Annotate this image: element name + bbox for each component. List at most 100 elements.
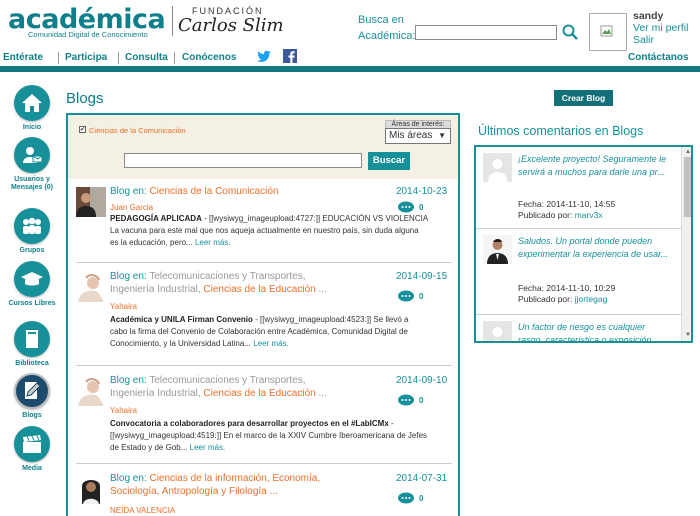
post-author[interactable]: Yahaira	[110, 302, 137, 311]
comment-author[interactable]: marv3x	[575, 210, 603, 220]
menu-cursos[interactable]: Cursos Libres	[0, 261, 64, 308]
nav-separator	[174, 52, 175, 64]
post-title[interactable]: Convocatoria a colaboradores para desarr…	[110, 419, 389, 428]
menu-biblioteca[interactable]: Biblioteca	[0, 321, 64, 368]
search-label: Busca en Académica:	[358, 12, 415, 44]
read-more-link[interactable]: Leer más.	[190, 443, 226, 452]
nav-participa[interactable]: Participa	[65, 52, 107, 63]
author-photo[interactable]	[76, 376, 106, 406]
menu-usuarios[interactable]: Usuarios y Mensajes (0)	[0, 137, 64, 192]
facebook-icon[interactable]	[283, 49, 297, 63]
post-author[interactable]: Yahaira	[110, 406, 137, 415]
comment-meta: Fecha: 2014-11-10, 14:55 Publicado por: …	[518, 199, 615, 221]
areas-select[interactable]: Mis áreas ▼	[385, 128, 451, 144]
header-search-input[interactable]	[415, 25, 557, 40]
menu-usuarios-label: Usuarios y Mensajes (0)	[10, 176, 54, 191]
blog-prefix: Blog en:	[110, 271, 147, 282]
comment-author[interactable]: jjortegag	[575, 294, 608, 304]
category-ellipsis: ...	[318, 284, 327, 295]
post-excerpt: Académica y UNILA Firman Convenio - [[wy…	[110, 314, 428, 350]
user-avatar[interactable]	[589, 13, 627, 51]
menu-grupos[interactable]: Grupos	[0, 208, 64, 255]
category-ellipsis: ...	[269, 486, 278, 497]
fundacion-name: Carlos Slim	[178, 15, 284, 36]
comment-bubble-icon[interactable]	[397, 492, 415, 505]
category-checkbox[interactable]: ✔	[79, 126, 86, 133]
menu-cursos-label: Cursos Libres	[8, 300, 56, 307]
comment-count: 0	[419, 494, 424, 503]
salir-link[interactable]: Salir	[633, 34, 688, 46]
comment-item: ¡Excelente proyecto! Seguramente le serv…	[476, 147, 681, 229]
post-author[interactable]: NEIDA VALENCIA	[110, 506, 175, 515]
blog-prefix: Blog en:	[110, 375, 147, 386]
nav-separator	[118, 52, 119, 64]
read-more-link[interactable]: Leer más.	[195, 238, 231, 247]
comments-title: Últimos comentarios en Blogs	[478, 124, 644, 138]
main-nav: Entérate Participa Consulta Conócenos Co…	[0, 49, 700, 66]
blog-post: Blog en: Telecomunicaciones y Transporte…	[76, 271, 452, 366]
fecha-value: 2014-11-10, 10:29	[546, 283, 616, 293]
post-category: Blog en: Ciencias de la Comunicación	[110, 185, 350, 198]
menu-blogs[interactable]: Blogs	[0, 373, 64, 420]
media-clapper-icon	[14, 426, 50, 462]
search-button[interactable]: Buscar	[368, 152, 410, 170]
nav-conocenos[interactable]: Conócenos	[182, 52, 236, 63]
chevron-down-icon: ▼	[438, 131, 446, 140]
category-link[interactable]: Ciencias de la Educación	[203, 388, 315, 399]
crear-blog-button[interactable]: Crear Blog	[554, 90, 613, 106]
comment-item: Un factor de riesgo es cualquier rasgo, …	[476, 315, 681, 341]
post-category: Blog en: Ciencias de la información, Eco…	[110, 472, 350, 498]
author-photo[interactable]	[76, 272, 106, 302]
nav-contactanos[interactable]: Contáctanos	[628, 52, 689, 63]
comment-text[interactable]: Un factor de riesgo es cualquier rasgo, …	[518, 321, 670, 341]
author-photo[interactable]	[76, 474, 106, 504]
blog-search-input[interactable]	[124, 153, 362, 168]
blog-prefix: Blog en:	[110, 473, 147, 484]
post-title[interactable]: PEDAGOGÍA APLICADA	[110, 214, 202, 223]
publicado-label: Publicado por:	[518, 294, 573, 304]
comment-meta: Fecha: 2014-11-10, 10:29 Publicado por: …	[518, 283, 615, 305]
logo-subtitle: Comunidad Digital de Conocimiento	[28, 30, 148, 39]
comment-bubble-icon[interactable]	[397, 290, 415, 303]
areas-select-value: Mis áreas	[389, 130, 433, 141]
ver-perfil-link[interactable]: Ver mi perfil	[633, 22, 688, 34]
filter-bar: ✔ Ciencias de la Comunicación Áreas de i…	[68, 115, 458, 179]
scroll-thumb[interactable]	[684, 157, 691, 217]
comment-text[interactable]: ¡Excelente proyecto! Seguramente le serv…	[518, 153, 670, 179]
post-date: 2014-09-15	[396, 271, 448, 282]
post-author[interactable]: Juan Garcia	[110, 203, 153, 212]
scroll-down-icon[interactable]: ▼	[684, 331, 691, 339]
comments-panel: ¡Excelente proyecto! Seguramente le serv…	[474, 145, 693, 343]
comment-bubble-icon[interactable]	[397, 394, 415, 407]
comment-avatar[interactable]	[483, 235, 512, 264]
menu-media[interactable]: Media	[0, 426, 64, 473]
comment-avatar[interactable]	[483, 153, 512, 182]
read-more-link[interactable]: Leer más.	[253, 339, 289, 348]
comment-avatar[interactable]	[483, 321, 512, 341]
nav-separator	[58, 52, 59, 64]
category-link[interactable]: Ciencias de la Comunicación	[149, 186, 278, 197]
post-date: 2014-10-23	[396, 186, 448, 197]
scroll-up-icon[interactable]: ▲	[684, 148, 691, 156]
search-icon[interactable]	[562, 24, 578, 40]
post-title[interactable]: Académica y UNILA Firman Convenio	[110, 315, 253, 324]
nav-enterate[interactable]: Entérate	[3, 52, 43, 63]
search-label-line2: Académica:	[358, 30, 416, 42]
comment-count: 0	[419, 396, 424, 405]
comments-scrollbar[interactable]: ▲ ▼	[681, 147, 691, 341]
graduation-cap-icon	[14, 261, 50, 297]
post-date: 2014-07-31	[396, 473, 448, 484]
users-messages-icon	[14, 137, 50, 173]
groups-icon	[14, 208, 50, 244]
menu-blogs-label: Blogs	[22, 412, 42, 419]
twitter-icon[interactable]	[257, 50, 272, 63]
home-icon	[14, 85, 50, 121]
author-photo[interactable]	[76, 187, 106, 217]
post-category: Blog en: Telecomunicaciones y Transporte…	[110, 374, 350, 400]
comment-text[interactable]: Saludos. Un portal donde pueden experime…	[518, 235, 670, 261]
category-link[interactable]: Ciencias de la Educación	[203, 284, 315, 295]
menu-inicio[interactable]: Inicio	[0, 85, 64, 132]
blog-post: Blog en: Ciencias de la Comunicación 201…	[76, 185, 452, 263]
nav-consulta[interactable]: Consulta	[125, 52, 168, 63]
menu-inicio-label: Inicio	[22, 124, 42, 131]
